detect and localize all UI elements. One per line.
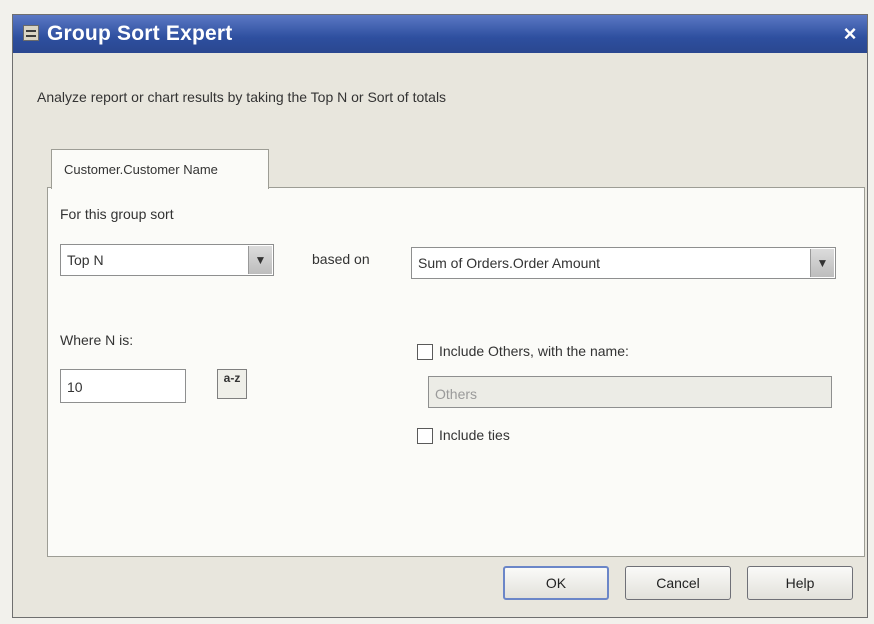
n-value: 10 (67, 379, 83, 395)
tab-panel: For this group sort Top N ▼ based on Sum… (47, 187, 865, 557)
dialog-title: Group Sort Expert (47, 22, 233, 45)
tab-customer-name[interactable]: Customer.Customer Name (51, 149, 269, 189)
chevron-down-icon[interactable]: ▼ (248, 246, 272, 274)
based-on-dropdown[interactable]: Sum of Orders.Order Amount ▼ (411, 247, 836, 279)
sort-az-icon[interactable]: a-z (217, 369, 247, 399)
cancel-button[interactable]: Cancel (625, 566, 731, 600)
where-n-label: Where N is: (60, 332, 134, 348)
group-sort-label: For this group sort (60, 206, 174, 222)
include-ties-checkbox[interactable] (417, 428, 433, 444)
include-ties-label: Include ties (439, 427, 510, 443)
report-expert-icon (23, 25, 39, 41)
ok-button[interactable]: OK (503, 566, 609, 600)
include-others-checkbox[interactable] (417, 344, 433, 360)
others-name-value: Others (435, 386, 478, 402)
n-value-field[interactable]: 10 (60, 369, 186, 403)
group-sort-type-dropdown[interactable]: Top N ▼ (60, 244, 274, 276)
based-on-label: based on (312, 251, 370, 267)
based-on-value: Sum of Orders.Order Amount (418, 255, 601, 271)
chevron-down-icon[interactable]: ▼ (810, 249, 834, 277)
include-others-label: Include Others, with the name: (439, 343, 629, 359)
group-sort-type-value: Top N (67, 252, 104, 268)
title-bar: Group Sort Expert × (13, 15, 867, 53)
help-button[interactable]: Help (747, 566, 853, 600)
others-name-field[interactable]: Others (428, 376, 832, 408)
tab-label: Customer.Customer Name (64, 162, 218, 177)
dialog-description: Analyze report or chart results by takin… (37, 89, 447, 105)
close-icon[interactable]: × (837, 21, 863, 47)
group-sort-expert-dialog: Group Sort Expert × Analyze report or ch… (12, 14, 868, 618)
